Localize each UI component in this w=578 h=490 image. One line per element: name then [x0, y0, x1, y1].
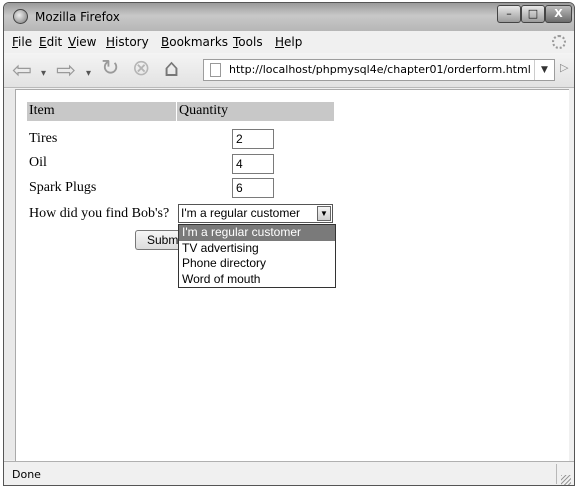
browser-window: Mozilla Firefox – □ X File Edit View His…: [3, 2, 575, 486]
back-history-dropdown-icon[interactable]: ▾: [41, 64, 46, 84]
spark-plugs-quantity-input[interactable]: 6: [232, 178, 274, 198]
firefox-logo-icon: [13, 9, 28, 24]
forward-arrow-icon[interactable]: ⇨: [56, 58, 76, 82]
menu-view[interactable]: View: [68, 35, 96, 49]
maximize-button[interactable]: □: [521, 5, 545, 23]
page-content: Item Quantity Tires 2 Oil 4 Spark Plugs …: [15, 89, 569, 461]
menu-bar: File Edit View History Bookmarks Tools H…: [4, 31, 574, 54]
navigation-toolbar: ⇦ ▾ ⇨ ▾ ↻ ⊗ ⌂ http://localhost/phpmysql4…: [4, 53, 574, 88]
select-dropdown-arrow-icon[interactable]: ▼: [317, 206, 331, 221]
resize-grip-icon[interactable]: [561, 475, 571, 485]
status-text: Done: [12, 468, 41, 481]
option-tv-advertising[interactable]: TV advertising: [179, 241, 335, 257]
url-text[interactable]: http://localhost/phpmysql4e/chapter01/or…: [229, 63, 531, 76]
find-select[interactable]: I'm a regular customer ▼: [178, 204, 333, 223]
header-quantity: Quantity: [179, 103, 228, 118]
close-button[interactable]: X: [545, 5, 572, 23]
url-history-dropdown-icon[interactable]: ▼: [534, 60, 554, 80]
url-bar[interactable]: http://localhost/phpmysql4e/chapter01/or…: [203, 59, 555, 81]
menu-history[interactable]: History: [106, 35, 149, 49]
menu-edit[interactable]: Edit: [39, 35, 62, 49]
oil-label: Oil: [29, 155, 47, 170]
go-arrow-icon[interactable]: ▷: [560, 61, 568, 74]
spark-plugs-label: Spark Plugs: [29, 180, 97, 195]
status-bar: Done: [4, 461, 574, 485]
back-arrow-icon[interactable]: ⇦: [12, 58, 32, 82]
page-icon: [210, 63, 221, 77]
window-title: Mozilla Firefox: [35, 10, 120, 24]
menu-file[interactable]: File: [12, 35, 32, 49]
menu-bookmarks[interactable]: Bookmarks: [161, 35, 228, 49]
home-icon[interactable]: ⌂: [164, 56, 179, 80]
submit-order-button[interactable]: Submit Order: [135, 230, 180, 250]
forward-history-dropdown-icon[interactable]: ▾: [86, 64, 91, 84]
find-options-list: I'm a regular customer TV advertising Ph…: [178, 224, 336, 288]
sidebar-strip: [4, 89, 15, 460]
header-item-cell: Item: [27, 102, 176, 121]
title-bar[interactable]: Mozilla Firefox – □ X: [4, 3, 574, 31]
header-item: Item: [29, 103, 55, 118]
reload-icon[interactable]: ↻: [101, 58, 119, 80]
menu-help[interactable]: Help: [275, 35, 302, 49]
minimize-button[interactable]: –: [497, 5, 521, 23]
tires-label: Tires: [29, 131, 58, 146]
activity-throbber-icon: [552, 35, 566, 49]
header-quantity-cell: Quantity: [177, 102, 334, 121]
status-divider: [556, 464, 557, 484]
oil-quantity-input[interactable]: 4: [232, 154, 274, 174]
menu-tools[interactable]: Tools: [233, 35, 263, 49]
find-select-value: I'm a regular customer: [181, 206, 300, 220]
tires-quantity-input[interactable]: 2: [232, 129, 274, 149]
option-phone-directory[interactable]: Phone directory: [179, 256, 335, 272]
option-regular-customer[interactable]: I'm a regular customer: [179, 225, 335, 241]
find-label: How did you find Bob's?: [29, 206, 170, 221]
stop-icon[interactable]: ⊗: [132, 58, 150, 80]
option-word-of-mouth[interactable]: Word of mouth: [179, 272, 335, 288]
